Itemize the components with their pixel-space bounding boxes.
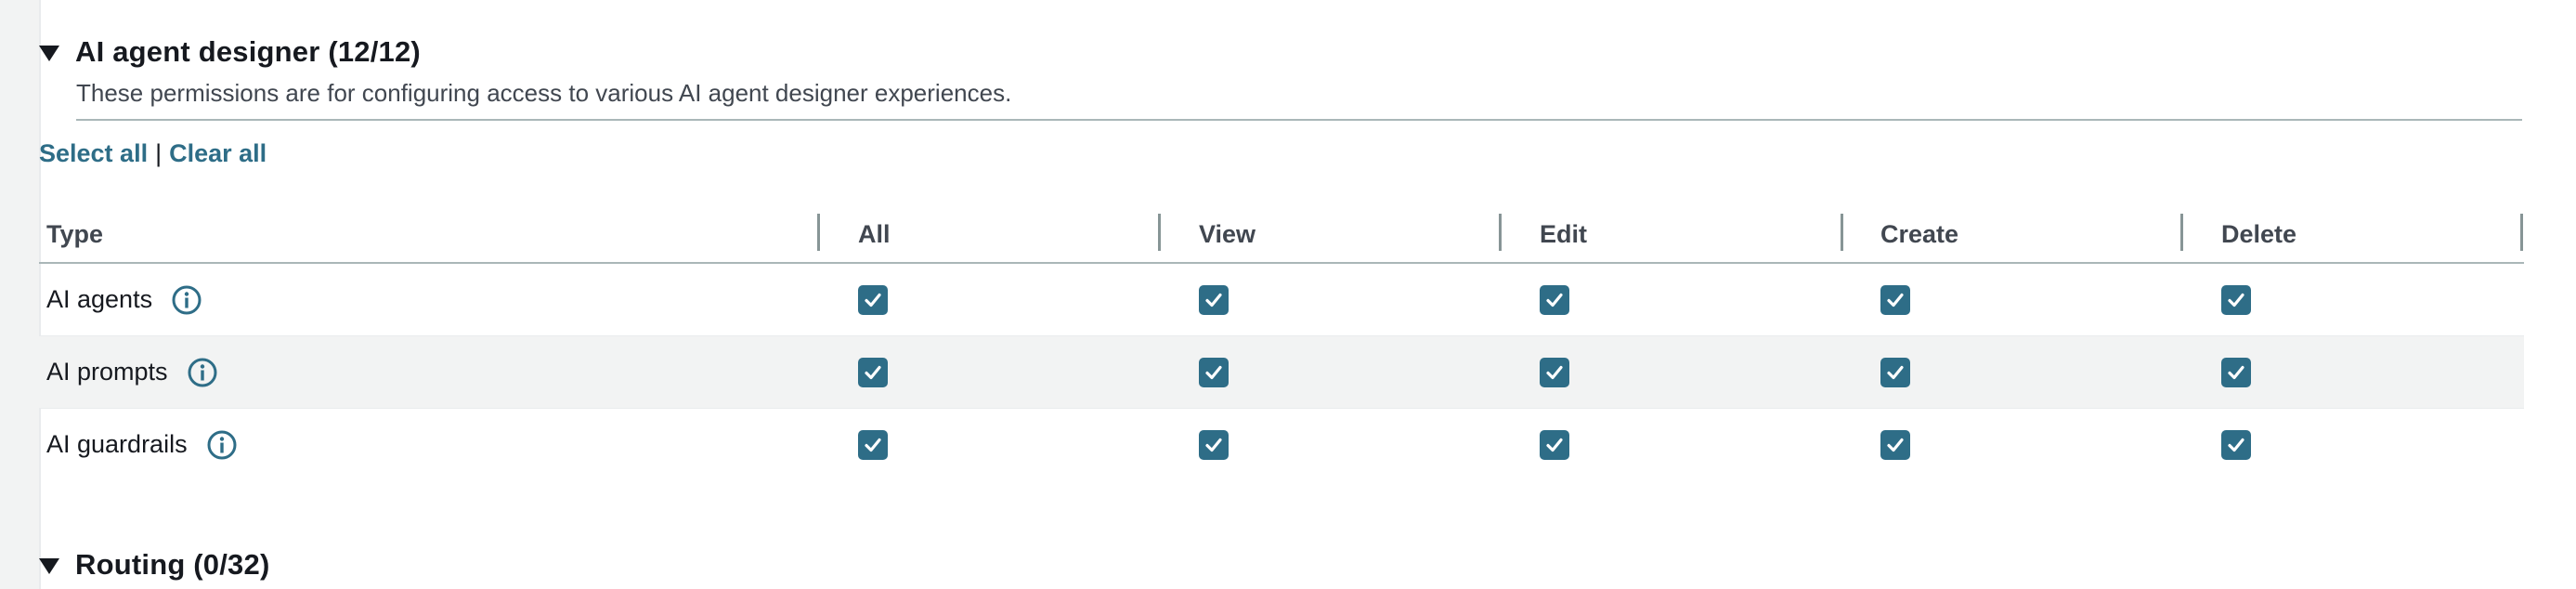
row-type-label: AI prompts bbox=[46, 358, 168, 386]
checkmark-icon bbox=[2228, 365, 2244, 380]
select-all-link[interactable]: Select all bbox=[39, 139, 148, 168]
column-resizer[interactable] bbox=[1841, 214, 1843, 251]
caret-down-icon[interactable] bbox=[39, 45, 59, 61]
checkmark-icon bbox=[1546, 365, 1563, 380]
checkmark-icon bbox=[865, 293, 881, 308]
checkbox-view[interactable] bbox=[1199, 430, 1229, 460]
checkmark-icon bbox=[2228, 293, 2244, 308]
checkmark-icon bbox=[865, 438, 881, 452]
column-header-all: All bbox=[858, 219, 891, 248]
clear-all-link[interactable]: Clear all bbox=[169, 139, 267, 168]
checkmark-icon bbox=[1205, 365, 1222, 380]
section-description: These permissions are for configuring ac… bbox=[76, 79, 1012, 107]
row-type-label: AI guardrails bbox=[46, 430, 188, 458]
table-row: AI guardrails bbox=[39, 409, 2524, 481]
checkbox-edit[interactable] bbox=[1540, 358, 1569, 387]
column-resizer[interactable] bbox=[817, 214, 820, 251]
column-header-type: Type bbox=[46, 219, 104, 248]
checkbox-edit[interactable] bbox=[1540, 285, 1569, 315]
checkbox-delete[interactable] bbox=[2221, 285, 2251, 315]
checkmark-icon bbox=[2228, 438, 2244, 452]
table-row: AI agents bbox=[39, 264, 2524, 336]
column-header-edit: Edit bbox=[1540, 219, 1587, 248]
checkbox-all[interactable] bbox=[858, 430, 888, 460]
column-header-view: View bbox=[1199, 219, 1256, 248]
section-title[interactable]: Routing (0/32) bbox=[75, 548, 269, 582]
table-row: AI prompts bbox=[39, 336, 2524, 409]
checkmark-icon bbox=[1887, 293, 1904, 308]
column-header-create: Create bbox=[1880, 219, 1959, 248]
link-separator: | bbox=[155, 139, 163, 167]
checkbox-view[interactable] bbox=[1199, 285, 1229, 315]
permissions-table: Type All View Edit Create Delete AI agen… bbox=[39, 206, 2524, 481]
info-circle-icon[interactable] bbox=[171, 284, 202, 316]
column-resizer[interactable] bbox=[2180, 214, 2183, 251]
checkbox-all[interactable] bbox=[858, 285, 888, 315]
checkmark-icon bbox=[1887, 365, 1904, 380]
section-header-routing[interactable]: Routing (0/32) bbox=[39, 548, 269, 582]
section-divider bbox=[76, 119, 2522, 121]
table-header: Type All View Edit Create Delete bbox=[39, 206, 2524, 264]
column-resizer[interactable] bbox=[1158, 214, 1161, 251]
checkbox-create[interactable] bbox=[1880, 358, 1910, 387]
row-type-cell: AI guardrails bbox=[46, 409, 238, 480]
section-title[interactable]: AI agent designer (12/12) bbox=[75, 35, 421, 69]
checkmark-icon bbox=[1205, 438, 1222, 452]
column-resizer[interactable] bbox=[1499, 214, 1502, 251]
checkmark-icon bbox=[1546, 293, 1563, 308]
section-header-ai-agent-designer[interactable]: AI agent designer (12/12) bbox=[39, 35, 421, 69]
info-circle-icon[interactable] bbox=[206, 429, 238, 461]
checkbox-view[interactable] bbox=[1199, 358, 1229, 387]
bulk-actions: Select all | Clear all bbox=[39, 139, 267, 168]
checkmark-icon bbox=[1205, 293, 1222, 308]
column-resizer[interactable] bbox=[2520, 214, 2523, 251]
row-type-cell: AI agents bbox=[46, 264, 202, 335]
caret-down-icon[interactable] bbox=[39, 557, 59, 574]
checkbox-create[interactable] bbox=[1880, 285, 1910, 315]
checkmark-icon bbox=[865, 365, 881, 380]
checkbox-create[interactable] bbox=[1880, 430, 1910, 460]
checkmark-icon bbox=[1546, 438, 1563, 452]
checkbox-all[interactable] bbox=[858, 358, 888, 387]
column-header-delete: Delete bbox=[2221, 219, 2297, 248]
checkbox-delete[interactable] bbox=[2221, 430, 2251, 460]
row-type-cell: AI prompts bbox=[46, 336, 218, 408]
checkbox-delete[interactable] bbox=[2221, 358, 2251, 387]
checkbox-edit[interactable] bbox=[1540, 430, 1569, 460]
row-type-label: AI agents bbox=[46, 285, 153, 313]
checkmark-icon bbox=[1887, 438, 1904, 452]
info-circle-icon[interactable] bbox=[187, 357, 218, 388]
